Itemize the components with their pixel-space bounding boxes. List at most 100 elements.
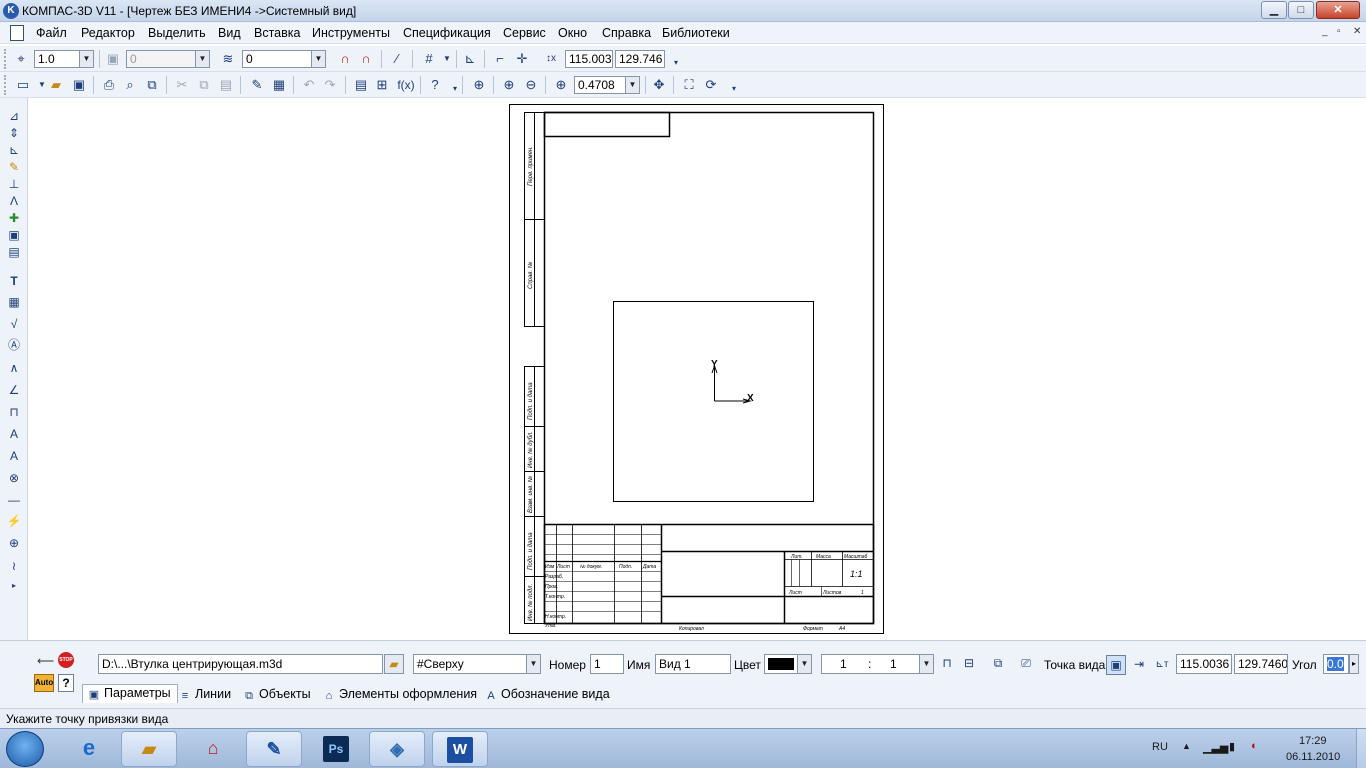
- print-icon[interactable]: ⎙: [100, 76, 118, 94]
- spec-icon[interactable]: ▤: [6, 244, 22, 260]
- pan-icon[interactable]: ✥: [650, 76, 668, 94]
- dimensions-icon[interactable]: ⇕: [6, 125, 22, 141]
- cursor-snap-icon[interactable]: ✛: [513, 50, 531, 68]
- view-settings-icon[interactable]: ⎚: [1016, 656, 1036, 674]
- chevron-down-icon[interactable]: ▼: [79, 51, 93, 67]
- angle-field[interactable]: 0.0: [1323, 654, 1349, 674]
- show-desktop-button[interactable]: [1356, 729, 1366, 768]
- tray-expand-icon[interactable]: ▲: [1182, 741, 1191, 751]
- center-mark-icon[interactable]: ⊕: [6, 535, 22, 551]
- open-file-icon[interactable]: ▰: [384, 654, 404, 674]
- associative-views-icon[interactable]: ▣: [6, 227, 22, 243]
- zoom-in-icon[interactable]: ⊕: [500, 76, 518, 94]
- base-icon[interactable]: Ⓐ: [6, 337, 22, 353]
- back-arrow-icon[interactable]: ⟵: [37, 654, 54, 668]
- mdi-close-button[interactable]: ✕: [1353, 26, 1361, 37]
- menu-libraries[interactable]: Библиотеки: [662, 26, 730, 40]
- text-icon[interactable]: T: [6, 273, 22, 289]
- axis-icon[interactable]: ⊗: [6, 470, 22, 486]
- maximize-button[interactable]: □: [1288, 1, 1314, 19]
- menu-insert[interactable]: Вставка: [254, 26, 300, 40]
- chevron-down-icon[interactable]: ▼: [797, 655, 811, 673]
- position-leader-icon[interactable]: ∠: [6, 382, 22, 398]
- anchor-point-icon[interactable]: ▣: [1106, 655, 1126, 675]
- minimize-button[interactable]: ▁: [1261, 1, 1287, 19]
- view-arrow-icon[interactable]: A: [6, 426, 22, 442]
- mdi-restore-button[interactable]: ▫: [1337, 26, 1341, 37]
- preview-icon[interactable]: ⧉: [143, 76, 161, 94]
- help-pointer-icon[interactable]: ?: [426, 76, 444, 94]
- magnet-snap-icon[interactable]: ∩: [336, 50, 354, 68]
- volume-muted-icon[interactable]: ◐: [1251, 740, 1258, 752]
- leader-icon[interactable]: ∧: [6, 360, 22, 376]
- anchor-x-field[interactable]: 115.0036: [1176, 654, 1232, 674]
- close-button[interactable]: ✕: [1316, 1, 1360, 19]
- ortho-icon[interactable]: ∕: [388, 50, 406, 68]
- toolbar-grip[interactable]: [4, 49, 7, 69]
- view-scale-combo[interactable]: 1 : 1 ▼: [821, 654, 934, 674]
- variables-fx-icon[interactable]: f(x): [395, 76, 417, 94]
- print-preview-icon[interactable]: ⌕: [121, 76, 139, 94]
- manager-icon[interactable]: ▤: [352, 76, 370, 94]
- anchor-y-field[interactable]: 129.7460: [1234, 654, 1288, 674]
- menu-window[interactable]: Окно: [558, 26, 587, 40]
- refresh-view-icon[interactable]: ⟳: [702, 76, 720, 94]
- layers-view-icon[interactable]: ⧉: [988, 656, 1008, 674]
- view-name-field[interactable]: Вид 1: [655, 654, 731, 674]
- scale-width-icon[interactable]: ⊟: [959, 656, 979, 674]
- toolbar-overflow-icon[interactable]: ▸: [6, 578, 22, 594]
- stop-button[interactable]: STOP: [58, 652, 74, 668]
- edit-icon[interactable]: ✎: [6, 159, 22, 175]
- drawing-canvas[interactable]: Перв. примен. Справ. № Подп. и дата Инв.…: [29, 98, 1366, 640]
- start-button[interactable]: [6, 731, 44, 767]
- format-brush-icon[interactable]: ✎: [248, 76, 266, 94]
- toolbar-overflow-icon[interactable]: ▾: [667, 54, 685, 72]
- kompas-app-icon[interactable]: K: [3, 3, 19, 19]
- break-line-icon[interactable]: ≀: [6, 558, 22, 574]
- menu-specification[interactable]: Спецификация: [403, 26, 491, 40]
- word-icon[interactable]: W: [432, 731, 488, 767]
- zoom-out-icon[interactable]: ⊖: [522, 76, 540, 94]
- chevron-down-icon[interactable]: ▼: [625, 77, 639, 93]
- internet-explorer-icon[interactable]: e: [61, 731, 117, 767]
- save-icon[interactable]: ▣: [70, 76, 88, 94]
- help-icon[interactable]: ?: [58, 674, 74, 692]
- menu-editor[interactable]: Редактор: [81, 26, 135, 40]
- chevron-down-icon[interactable]: ▼: [526, 655, 540, 673]
- menu-file[interactable]: Файл: [36, 26, 67, 40]
- parametrization-icon[interactable]: ⊥: [6, 176, 22, 192]
- roughness-icon[interactable]: √: [6, 316, 22, 332]
- symbols-icon[interactable]: ⊾: [6, 142, 22, 158]
- center-line-icon[interactable]: —: [6, 492, 22, 508]
- mdi-minimize-button[interactable]: _: [1322, 26, 1328, 37]
- clock-date[interactable]: 06.11.2010: [1286, 751, 1340, 763]
- magnet-local-icon[interactable]: ∩: [357, 50, 375, 68]
- kompas-taskbar-icon[interactable]: ✎: [246, 731, 302, 767]
- chevron-down-icon[interactable]: ▼: [919, 655, 933, 673]
- number-field[interactable]: 1: [590, 654, 624, 674]
- scale-fit-icon[interactable]: ⊓: [937, 656, 957, 674]
- local-cs-icon[interactable]: ⊾: [461, 50, 479, 68]
- chevron-down-icon[interactable]: ▼: [311, 51, 325, 67]
- signal-icon[interactable]: ▁▃▅: [1203, 741, 1228, 754]
- vmware-icon[interactable]: ◈: [369, 731, 425, 767]
- tab-objects[interactable]: ⧉ Объекты: [242, 687, 311, 702]
- toolbar-overflow-icon[interactable]: ▾: [725, 80, 743, 98]
- section-line-icon[interactable]: A: [6, 448, 22, 464]
- geometry-icon[interactable]: ⊿: [6, 108, 22, 124]
- color-combo[interactable]: ▼: [764, 654, 812, 674]
- tree-icon[interactable]: ⊞: [373, 76, 391, 94]
- tab-view-designation[interactable]: A Обозначение вида: [484, 687, 609, 702]
- menu-view[interactable]: Вид: [218, 26, 241, 40]
- grid-icon[interactable]: #: [420, 50, 438, 68]
- view-orientation-combo[interactable]: #Сверху ▼: [413, 654, 541, 674]
- model-file-field[interactable]: D:\...\Втулка центрирующая.m3d: [98, 654, 383, 674]
- tolerance-icon[interactable]: ⊓: [6, 404, 22, 420]
- menu-select[interactable]: Выделить: [148, 26, 206, 40]
- tab-parameters[interactable]: ▣ Параметры: [82, 684, 178, 703]
- cursor-y-field[interactable]: 129.746: [615, 50, 665, 68]
- tab-lines[interactable]: ≡ Линии: [178, 687, 231, 702]
- tab-design-elements[interactable]: ⌂ Элементы оформления: [322, 687, 477, 702]
- measure-icon[interactable]: Λ: [6, 193, 22, 209]
- table-icon[interactable]: ▦: [6, 294, 22, 310]
